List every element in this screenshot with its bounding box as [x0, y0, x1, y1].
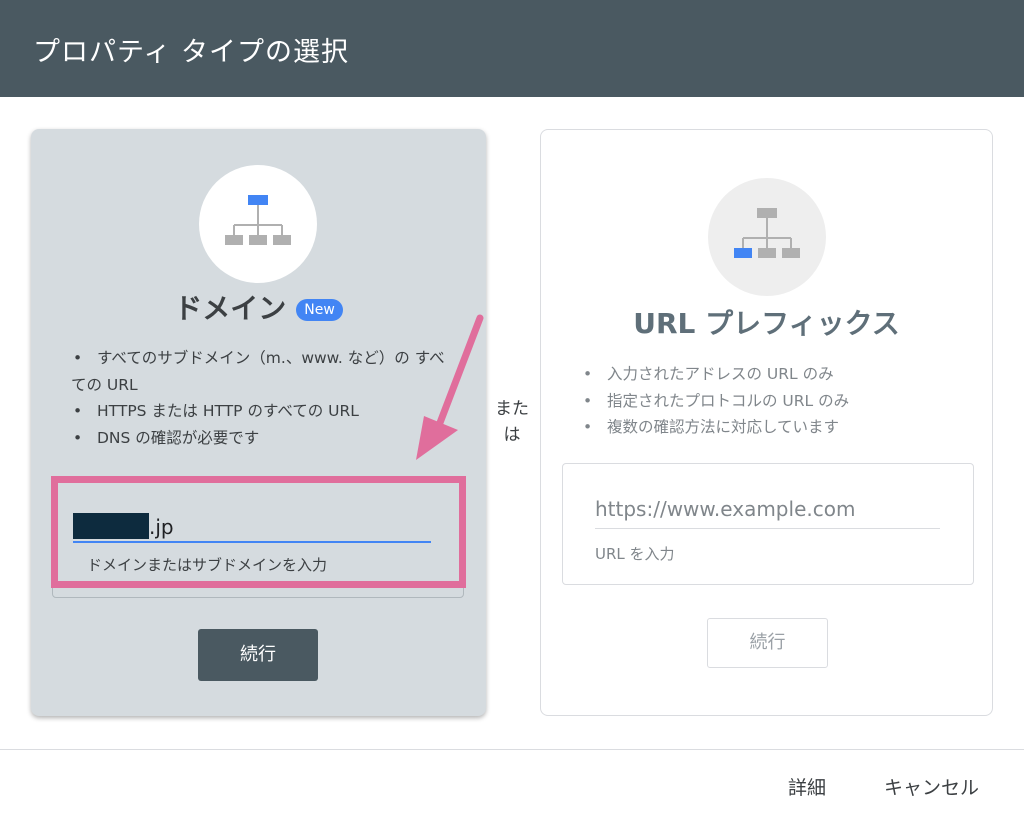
- cancel-button[interactable]: キャンセル: [884, 773, 979, 800]
- url-prefix-property-card[interactable]: URL プレフィックス 入力されたアドレスの URL のみ 指定されたプロトコル…: [540, 129, 993, 716]
- details-button[interactable]: 詳細: [788, 773, 826, 800]
- new-badge: New: [296, 299, 343, 321]
- sitemap-icon: [225, 195, 291, 245]
- list-item: 入力されたアドレスの URL のみ: [581, 361, 961, 388]
- list-item: 複数の確認方法に対応しています: [581, 414, 961, 441]
- url-input[interactable]: https://www.example.com: [595, 497, 940, 529]
- url-icon-circle: [708, 178, 826, 296]
- sitemap-icon: [734, 208, 800, 258]
- dialog-title: プロパティ タイプの選択: [33, 37, 349, 68]
- list-item: DNS の確認が必要です: [71, 425, 451, 452]
- dialog-footer: 詳細 キャンセル: [0, 749, 1024, 821]
- url-input-helper: URL を入力: [595, 545, 675, 563]
- domain-feature-list: すべてのサブドメイン（m.、www. など）の すべての URL HTTPS ま…: [71, 345, 451, 451]
- or-separator: また は: [495, 399, 529, 445]
- url-card-title: URL プレフィックス: [633, 307, 900, 340]
- domain-continue-button[interactable]: 続行: [198, 629, 318, 681]
- annotation-highlight-box: [51, 476, 466, 588]
- arrow-icon: [416, 314, 484, 460]
- domain-title-text: ドメイン: [174, 292, 287, 325]
- dialog-header: プロパティ タイプの選択: [0, 0, 1024, 97]
- url-feature-list: 入力されたアドレスの URL のみ 指定されたプロトコルの URL のみ 複数の…: [581, 361, 961, 441]
- url-continue-button[interactable]: 続行: [707, 618, 828, 668]
- domain-icon-circle: [199, 165, 317, 283]
- list-item: HTTPS または HTTP のすべての URL: [71, 398, 451, 425]
- list-item: すべてのサブドメイン（m.、www. など）の すべての URL: [71, 345, 451, 398]
- list-item: 指定されたプロトコルの URL のみ: [581, 388, 961, 415]
